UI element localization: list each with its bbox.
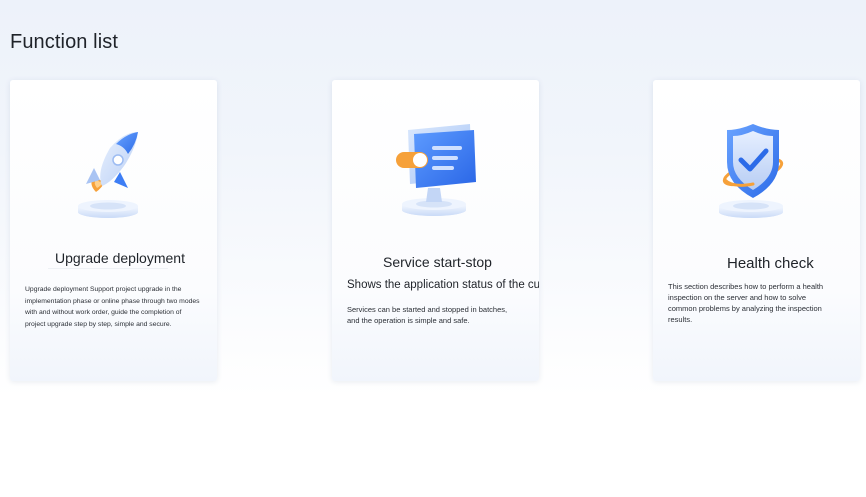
title-divider [48,268,168,269]
card-health-check[interactable]: Health check This section describes how … [653,80,860,381]
card-title: Service start-stop [383,254,492,270]
card-subtitle: Shows the application status of the curr… [347,279,539,291]
card-description: Services can be started and stopped in b… [347,305,508,325]
card-description: This section describes how to perform a … [668,282,824,324]
page-title: Function list [10,31,119,53]
card-title: Upgrade deployment [55,250,185,266]
card-service-start-stop[interactable]: Service start-stop Shows the application… [332,80,539,381]
card-upgrade-deployment[interactable]: Upgrade deployment Upgrade deployment Su… [10,80,217,381]
monitor-switch-icon [396,124,476,216]
shield-check-icon [719,124,784,218]
rocket-icon [78,132,138,218]
card-title: Health check [727,255,814,272]
card-description: Upgrade deployment Support project upgra… [25,286,200,328]
